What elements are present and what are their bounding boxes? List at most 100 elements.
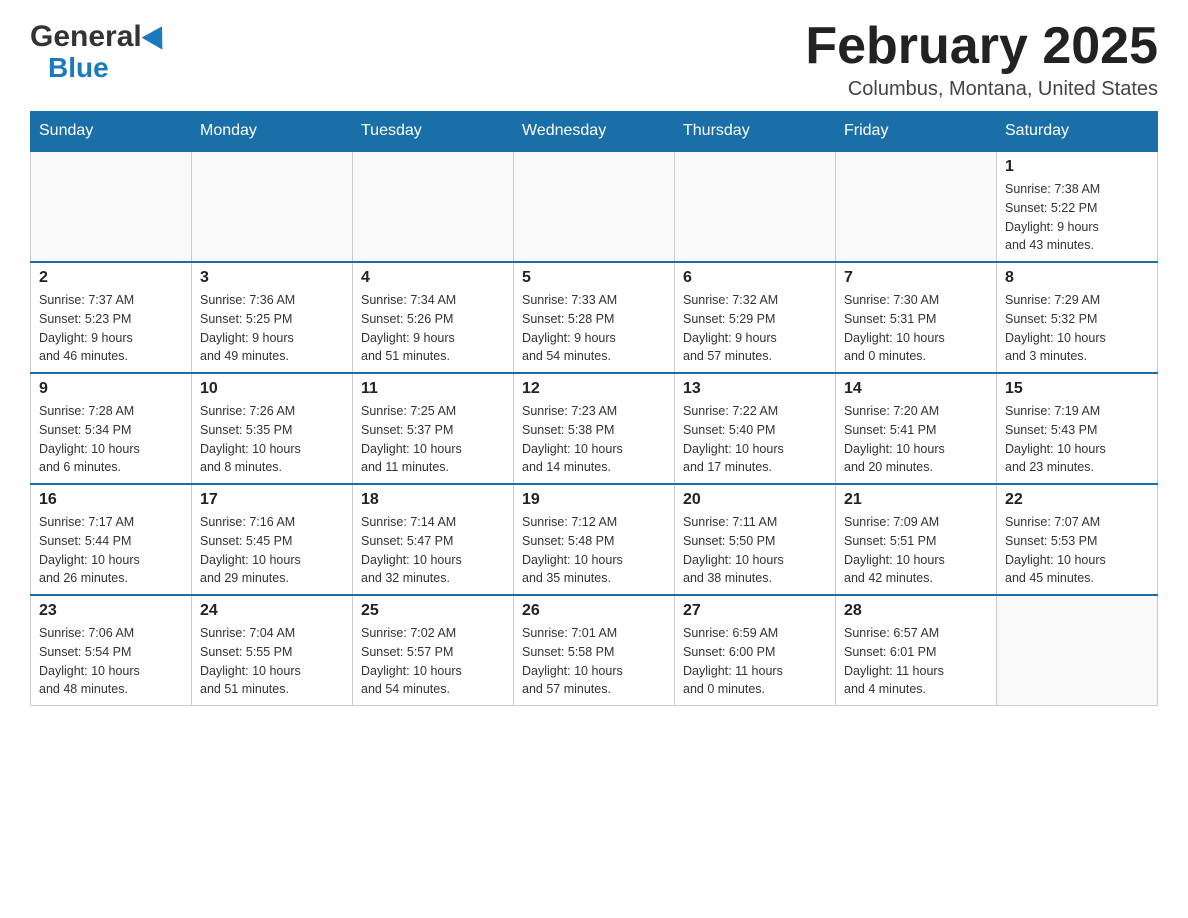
calendar-cell: 4Sunrise: 7:34 AM Sunset: 5:26 PM Daylig… xyxy=(353,262,514,373)
weekday-header: Sunday xyxy=(31,112,192,152)
calendar-cell xyxy=(353,151,514,262)
calendar-cell: 26Sunrise: 7:01 AM Sunset: 5:58 PM Dayli… xyxy=(514,595,675,706)
day-number: 17 xyxy=(200,491,344,509)
day-info: Sunrise: 7:34 AM Sunset: 5:26 PM Dayligh… xyxy=(361,291,505,366)
calendar-cell: 23Sunrise: 7:06 AM Sunset: 5:54 PM Dayli… xyxy=(31,595,192,706)
day-info: Sunrise: 7:36 AM Sunset: 5:25 PM Dayligh… xyxy=(200,291,344,366)
day-info: Sunrise: 7:28 AM Sunset: 5:34 PM Dayligh… xyxy=(39,402,183,477)
calendar-cell: 1 Sunrise: 7:38 AM Sunset: 5:22 PM Daylig… xyxy=(997,151,1158,262)
calendar-cell: 15 Sunrise: 7:19 AM Sunset: 5:43 PM Dayli… xyxy=(997,373,1158,484)
day-info: Sunrise: 7:26 AM Sunset: 5:35 PM Dayligh… xyxy=(200,402,344,477)
day-number: 3 xyxy=(200,269,344,287)
weekday-header: Tuesday xyxy=(353,112,514,152)
day-info: Sunrise: 7:23 AM Sunset: 5:38 PM Dayligh… xyxy=(522,402,666,477)
day-info: Sunrise: 7:37 AM Sunset: 5:23 PM Dayligh… xyxy=(39,291,183,366)
calendar-cell: 20Sunrise: 7:11 AM Sunset: 5:50 PM Dayli… xyxy=(675,484,836,595)
day-number: 25 xyxy=(361,602,505,620)
calendar-cell xyxy=(514,151,675,262)
day-number: 9 xyxy=(39,380,183,398)
day-info: Sunrise: 7:38 AM Sunset: 5:22 PM Dayligh… xyxy=(1005,180,1149,255)
calendar-cell: 5 Sunrise: 7:33 AM Sunset: 5:28 PM Daylig… xyxy=(514,262,675,373)
day-number: 16 xyxy=(39,491,183,509)
calendar-cell: 6 Sunrise: 7:32 AM Sunset: 5:29 PM Daylig… xyxy=(675,262,836,373)
calendar-cell: 9 Sunrise: 7:28 AM Sunset: 5:34 PM Daylig… xyxy=(31,373,192,484)
calendar-cell: 19Sunrise: 7:12 AM Sunset: 5:48 PM Dayli… xyxy=(514,484,675,595)
calendar-cell xyxy=(675,151,836,262)
day-number: 27 xyxy=(683,602,827,620)
day-info: Sunrise: 7:22 AM Sunset: 5:40 PM Dayligh… xyxy=(683,402,827,477)
calendar-cell: 14 Sunrise: 7:20 AM Sunset: 5:41 PM Dayli… xyxy=(836,373,997,484)
logo-general-text: General xyxy=(30,20,142,54)
calendar-cell: 18 Sunrise: 7:14 AM Sunset: 5:47 PM Dayli… xyxy=(353,484,514,595)
calendar-cell xyxy=(836,151,997,262)
title-section: February 2025 Columbus, Montana, United … xyxy=(805,20,1158,101)
weekday-header: Friday xyxy=(836,112,997,152)
day-number: 2 xyxy=(39,269,183,287)
calendar-cell: 10 Sunrise: 7:26 AM Sunset: 5:35 PM Dayli… xyxy=(192,373,353,484)
calendar-cell: 25 Sunrise: 7:02 AM Sunset: 5:57 PM Dayli… xyxy=(353,595,514,706)
day-info: Sunrise: 7:17 AM Sunset: 5:44 PM Dayligh… xyxy=(39,513,183,588)
day-info: Sunrise: 7:02 AM Sunset: 5:57 PM Dayligh… xyxy=(361,624,505,699)
day-number: 24 xyxy=(200,602,344,620)
calendar-cell xyxy=(192,151,353,262)
weekday-header: Saturday xyxy=(997,112,1158,152)
day-number: 7 xyxy=(844,269,988,287)
day-number: 10 xyxy=(200,380,344,398)
day-number: 15 xyxy=(1005,380,1149,398)
day-number: 28 xyxy=(844,602,988,620)
calendar-cell: 27 Sunrise: 6:59 AM Sunset: 6:00 PM Dayli… xyxy=(675,595,836,706)
calendar-cell: 13 Sunrise: 7:22 AM Sunset: 5:40 PM Dayli… xyxy=(675,373,836,484)
day-info: Sunrise: 7:33 AM Sunset: 5:28 PM Dayligh… xyxy=(522,291,666,366)
day-number: 11 xyxy=(361,380,505,398)
calendar-week-row: 23Sunrise: 7:06 AM Sunset: 5:54 PM Dayli… xyxy=(31,595,1158,706)
calendar-week-row: 2 Sunrise: 7:37 AM Sunset: 5:23 PM Daylig… xyxy=(31,262,1158,373)
calendar-cell xyxy=(31,151,192,262)
calendar-cell: 3 Sunrise: 7:36 AM Sunset: 5:25 PM Daylig… xyxy=(192,262,353,373)
day-number: 18 xyxy=(361,491,505,509)
day-info: Sunrise: 7:20 AM Sunset: 5:41 PM Dayligh… xyxy=(844,402,988,477)
day-number: 13 xyxy=(683,380,827,398)
day-number: 8 xyxy=(1005,269,1149,287)
calendar-cell xyxy=(997,595,1158,706)
day-number: 12 xyxy=(522,380,666,398)
day-number: 20 xyxy=(683,491,827,509)
day-info: Sunrise: 6:57 AM Sunset: 6:01 PM Dayligh… xyxy=(844,624,988,699)
calendar-header-row: SundayMondayTuesdayWednesdayThursdayFrid… xyxy=(31,112,1158,152)
calendar-week-row: 1 Sunrise: 7:38 AM Sunset: 5:22 PM Daylig… xyxy=(31,151,1158,262)
logo: General Blue xyxy=(30,20,169,82)
day-number: 5 xyxy=(522,269,666,287)
weekday-header: Thursday xyxy=(675,112,836,152)
calendar-cell: 22 Sunrise: 7:07 AM Sunset: 5:53 PM Dayli… xyxy=(997,484,1158,595)
calendar-cell: 7Sunrise: 7:30 AM Sunset: 5:31 PM Daylig… xyxy=(836,262,997,373)
weekday-header: Monday xyxy=(192,112,353,152)
day-info: Sunrise: 7:19 AM Sunset: 5:43 PM Dayligh… xyxy=(1005,402,1149,477)
logo-blue-text: Blue xyxy=(48,54,109,82)
day-info: Sunrise: 7:25 AM Sunset: 5:37 PM Dayligh… xyxy=(361,402,505,477)
weekday-header: Wednesday xyxy=(514,112,675,152)
calendar-cell: 28 Sunrise: 6:57 AM Sunset: 6:01 PM Dayli… xyxy=(836,595,997,706)
day-info: Sunrise: 7:01 AM Sunset: 5:58 PM Dayligh… xyxy=(522,624,666,699)
day-info: Sunrise: 7:12 AM Sunset: 5:48 PM Dayligh… xyxy=(522,513,666,588)
day-number: 6 xyxy=(683,269,827,287)
calendar-cell: 24 Sunrise: 7:04 AM Sunset: 5:55 PM Dayli… xyxy=(192,595,353,706)
day-info: Sunrise: 7:32 AM Sunset: 5:29 PM Dayligh… xyxy=(683,291,827,366)
calendar-cell: 16 Sunrise: 7:17 AM Sunset: 5:44 PM Dayli… xyxy=(31,484,192,595)
day-info: Sunrise: 7:14 AM Sunset: 5:47 PM Dayligh… xyxy=(361,513,505,588)
calendar-week-row: 9 Sunrise: 7:28 AM Sunset: 5:34 PM Daylig… xyxy=(31,373,1158,484)
day-info: Sunrise: 7:04 AM Sunset: 5:55 PM Dayligh… xyxy=(200,624,344,699)
day-number: 14 xyxy=(844,380,988,398)
day-number: 1 xyxy=(1005,158,1149,176)
day-info: Sunrise: 6:59 AM Sunset: 6:00 PM Dayligh… xyxy=(683,624,827,699)
logo-triangle-icon xyxy=(141,20,172,49)
day-info: Sunrise: 7:29 AM Sunset: 5:32 PM Dayligh… xyxy=(1005,291,1149,366)
day-info: Sunrise: 7:16 AM Sunset: 5:45 PM Dayligh… xyxy=(200,513,344,588)
location-text: Columbus, Montana, United States xyxy=(805,78,1158,101)
calendar-cell: 8 Sunrise: 7:29 AM Sunset: 5:32 PM Daylig… xyxy=(997,262,1158,373)
day-number: 21 xyxy=(844,491,988,509)
calendar-cell: 21Sunrise: 7:09 AM Sunset: 5:51 PM Dayli… xyxy=(836,484,997,595)
day-number: 23 xyxy=(39,602,183,620)
day-info: Sunrise: 7:07 AM Sunset: 5:53 PM Dayligh… xyxy=(1005,513,1149,588)
day-number: 22 xyxy=(1005,491,1149,509)
month-title: February 2025 xyxy=(805,20,1158,72)
calendar-cell: 17 Sunrise: 7:16 AM Sunset: 5:45 PM Dayli… xyxy=(192,484,353,595)
